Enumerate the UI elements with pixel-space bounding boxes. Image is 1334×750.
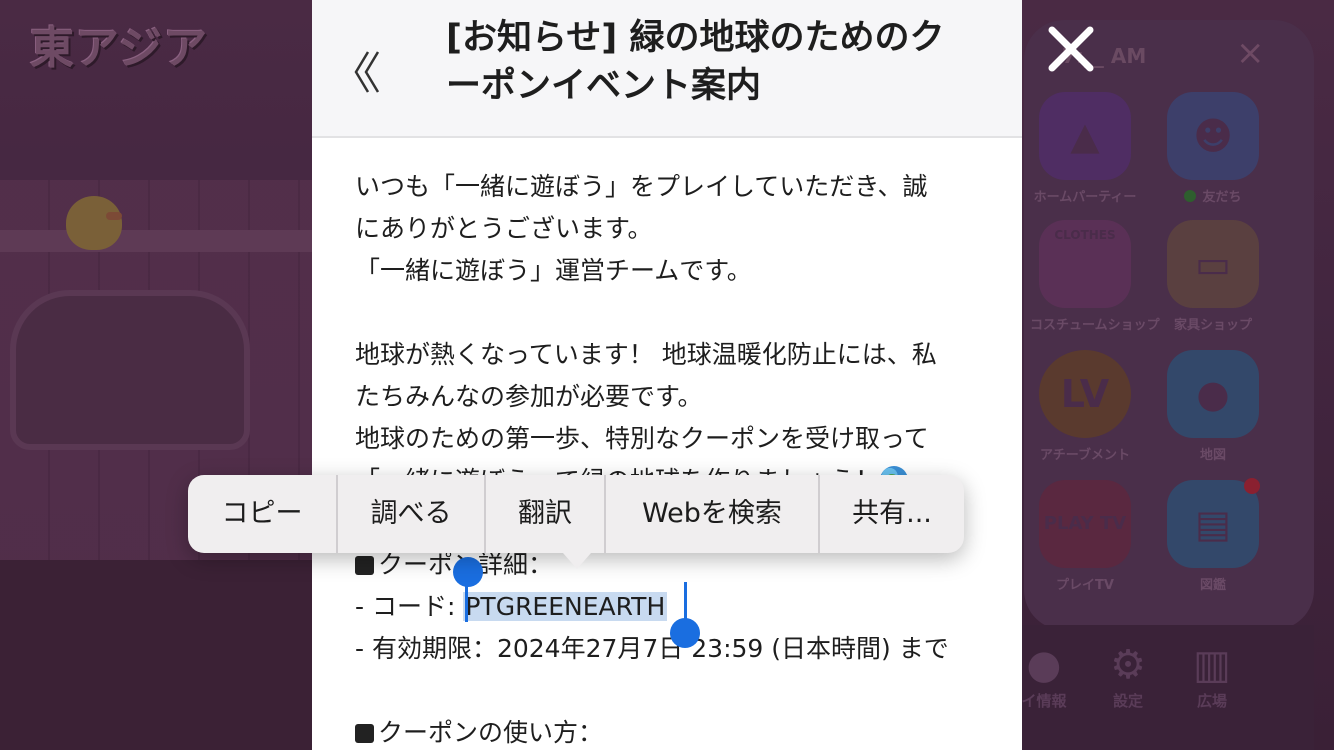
body-text-line: 「一緒に遊ぼう」運営チームです。 — [355, 256, 752, 285]
notice-title: [お知らせ] 緑の地球のためのク ーポンイベント案内 — [446, 14, 1006, 110]
body-text-line: 地球が熱くなっています！ 地球温暖化防止には、私 — [355, 340, 937, 369]
play-tv-icon: PLAY TV — [1039, 480, 1131, 568]
copy-menu-item[interactable]: コピー — [188, 475, 338, 553]
menu-item-map: ● 地図 — [1158, 350, 1268, 463]
region-title: 東アジア — [30, 23, 209, 74]
close-icon — [1048, 26, 1094, 72]
selection-start-handle[interactable] — [453, 557, 483, 587]
party-hat-icon: ▲ — [1039, 92, 1131, 180]
room-floor — [0, 560, 312, 750]
share-menu-item[interactable]: 共有... — [820, 475, 964, 553]
coupon-howto-heading: クーポンの使い方： — [355, 712, 995, 750]
coupon-code-selected[interactable]: PTGREENEARTH — [463, 592, 668, 621]
translate-menu-item[interactable]: 翻訳 — [486, 475, 606, 553]
plaza-icon: ▥ — [1193, 642, 1231, 688]
online-dot — [1184, 190, 1197, 202]
notice-title-line1: [お知らせ] 緑の地球のためのク — [446, 18, 945, 58]
sofa-icon: ▭ — [1167, 220, 1259, 308]
achievement-icon: LV — [1039, 350, 1131, 438]
body-text-line: たちみんなの参加が必要です。 — [355, 382, 703, 411]
menu-item-home-party: ▲ ホームパーティー — [1030, 92, 1140, 205]
selection-start-caret[interactable] — [465, 582, 468, 622]
notice-title-line2: ーポンイベント案内 — [446, 66, 762, 106]
black-square-icon — [355, 556, 374, 575]
menu-item-achievement: LV アチーブメント — [1030, 350, 1140, 463]
duck-figure — [66, 196, 122, 250]
encyclopedia-icon: ▤ — [1167, 480, 1259, 568]
close-button[interactable] — [1040, 20, 1100, 80]
selection-end-handle[interactable] — [670, 618, 700, 648]
look-up-menu-item[interactable]: 調べる — [338, 475, 486, 553]
friends-icon: ☻ — [1167, 92, 1259, 180]
gear-icon: ⚙ — [1110, 642, 1146, 688]
notice-body[interactable]: いつも「一緒に遊ぼう」をプレイしていただき、誠 にありがとうございます。 「一緒… — [355, 166, 995, 750]
black-square-icon — [355, 724, 374, 743]
bar-item-settings: ⚙ 設定 — [1088, 640, 1168, 711]
double-chevron-left-icon — [354, 51, 380, 93]
bar-item-plaza: ▥ 広場 — [1172, 640, 1252, 711]
room-bench — [10, 290, 250, 450]
notification-dot — [1244, 478, 1260, 494]
body-text-line: 地球のための第一歩、特別なクーポンを受け取って — [355, 424, 929, 453]
menu-item-costume-shop: CLOTHES コスチュームショップ — [1030, 220, 1160, 333]
room-shelf — [0, 230, 312, 252]
selection-context-menu: コピー 調べる 翻訳 Webを検索 共有... — [188, 475, 964, 569]
menu-item-encyclopedia: ▤ 図鑑 — [1158, 480, 1268, 593]
map-pin-icon: ● — [1167, 350, 1259, 438]
search-web-menu-item[interactable]: Webを検索 — [606, 475, 820, 553]
notice-header: [お知らせ] 緑の地球のためのク ーポンイベント案内 — [312, 0, 1022, 138]
menu-item-play-tv: PLAY TV プレイTV — [1030, 480, 1140, 593]
body-text-line: いつも「一緒に遊ぼう」をプレイしていただき、誠 — [355, 172, 928, 201]
menu-close-icon: × — [1236, 33, 1265, 73]
menu-item-friends: ☻ 友だち — [1158, 92, 1268, 205]
notice-modal: [お知らせ] 緑の地球のためのク ーポンイベント案内 いつも「一緒に遊ぼう」をプ… — [312, 0, 1022, 750]
body-text-line: にありがとうございます。 — [355, 214, 653, 243]
back-button[interactable] — [342, 40, 402, 100]
clothes-shop-icon: CLOTHES — [1039, 220, 1131, 308]
selection-end-caret[interactable] — [684, 582, 687, 622]
menu-item-furniture-shop: ▭ 家具ショップ — [1158, 220, 1268, 333]
